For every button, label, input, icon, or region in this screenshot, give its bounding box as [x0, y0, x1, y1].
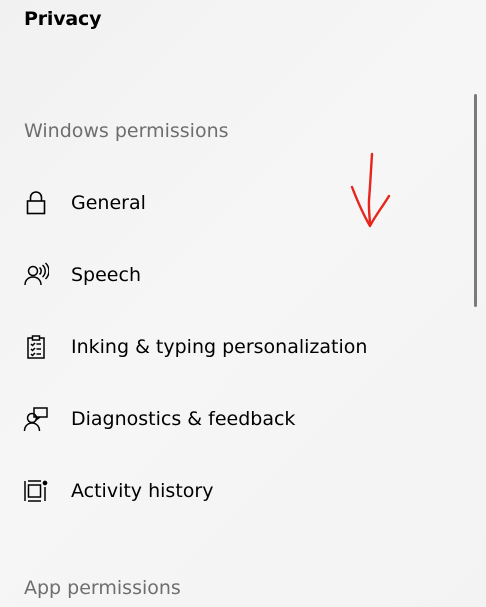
- speech-icon: [22, 261, 50, 289]
- nav-item-label: Inking & typing personalization: [71, 336, 368, 358]
- nav-item-inking-typing[interactable]: Inking & typing personalization: [0, 317, 470, 377]
- section-header-windows-permissions: Windows permissions: [24, 120, 229, 142]
- page-title: Privacy: [24, 8, 102, 30]
- clipboard-checklist-icon: [22, 333, 50, 361]
- activity-history-icon: [22, 477, 50, 505]
- nav-item-label: Diagnostics & feedback: [71, 408, 296, 430]
- nav-item-label: Speech: [71, 264, 141, 286]
- nav-item-label: Activity history: [71, 480, 214, 502]
- diagnostics-feedback-icon: [22, 405, 50, 433]
- section-header-app-permissions: App permissions: [24, 577, 181, 599]
- arrow-down-annotation-icon: [350, 152, 391, 228]
- nav-item-speech[interactable]: Speech: [0, 245, 470, 305]
- nav-item-activity-history[interactable]: Activity history: [0, 461, 470, 521]
- nav-item-general[interactable]: General: [0, 173, 470, 233]
- nav-item-diagnostics-feedback[interactable]: Diagnostics & feedback: [0, 389, 470, 449]
- lock-icon: [22, 189, 50, 217]
- vertical-scrollbar[interactable]: [474, 94, 477, 307]
- nav-item-label: General: [71, 192, 146, 214]
